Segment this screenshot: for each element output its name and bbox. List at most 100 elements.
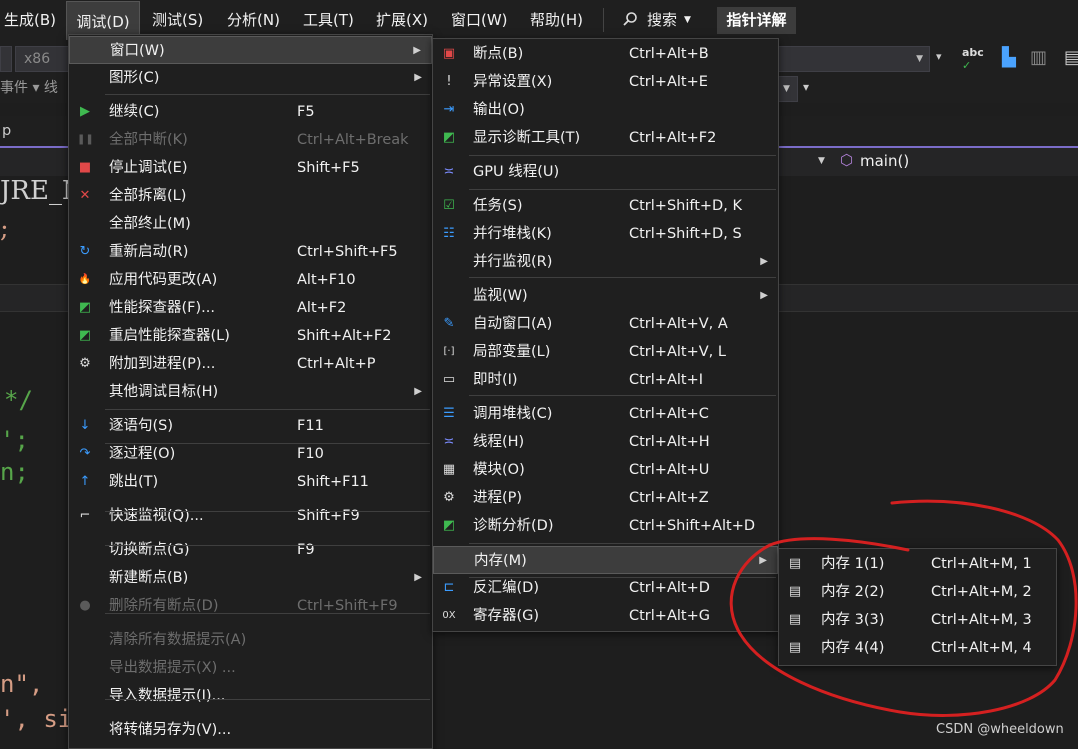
debug-menu-item-label: 删除所有断点(D) xyxy=(109,598,219,614)
format-title-button[interactable]: 指针详解 xyxy=(717,7,796,34)
window-menu-item[interactable]: ⊏ 反汇编(D) Ctrl+Alt+D xyxy=(433,574,778,602)
debug-menu-item[interactable]: 🔥 应用代码更改(A) Alt+F10 xyxy=(69,266,432,294)
tasks-icon: ☑ xyxy=(443,198,455,213)
debug-menu-item-label: 附加到进程(P)... xyxy=(109,356,216,372)
window-menu-item[interactable]: ☑ 任务(S) Ctrl+Shift+D, K xyxy=(433,192,778,220)
window-menu-item-label: 断点(B) xyxy=(473,46,524,62)
debug-menu-item-label: 停止调试(E) xyxy=(109,160,188,176)
memory-menu-item[interactable]: ▤ 内存 4(4) Ctrl+Alt+M, 4 xyxy=(779,634,1056,662)
search-button[interactable]: 搜索 ▼ xyxy=(612,6,704,34)
window-menu-item-label: 监视(W) xyxy=(473,288,528,304)
window-menu-item[interactable]: 内存(M) ▶ xyxy=(433,546,778,574)
debug-menu-item-shortcut: Alt+F10 xyxy=(297,272,356,288)
menu-separator xyxy=(469,277,776,278)
debug-menu-item[interactable]: ◩ 重启性能探查器(L) Shift+Alt+F2 xyxy=(69,322,432,350)
window-menu-item[interactable]: ▭ 即时(I) Ctrl+Alt+I xyxy=(433,366,778,394)
window-menu-item[interactable]: ✎ 自动窗口(A) Ctrl+Alt+V, A xyxy=(433,310,778,338)
window-menu-item[interactable]: [·] 局部变量(L) Ctrl+Alt+V, L xyxy=(433,338,778,366)
debug-menu-item[interactable]: ◩ 性能探查器(F)... Alt+F2 xyxy=(69,294,432,322)
debug-menu-item[interactable]: 全部终止(M) xyxy=(69,210,432,238)
debug-menu-item[interactable]: 导入数据提示(I)... xyxy=(69,682,432,710)
window-menu-item[interactable]: ◩ 显示诊断工具(T) Ctrl+Alt+F2 xyxy=(433,124,778,152)
window-menu-item[interactable]: ☰ 调用堆栈(C) Ctrl+Alt+C xyxy=(433,400,778,428)
window-menu-item[interactable]: 0X 寄存器(G) Ctrl+Alt+G xyxy=(433,602,778,630)
debug-menu-item[interactable]: 其他调试目标(H) ▶ xyxy=(69,378,432,406)
layout-tool-icon[interactable]: ▥ xyxy=(1030,47,1047,68)
spellcheck-icon[interactable]: abc ✓ xyxy=(962,46,984,72)
code-fragment: '; xyxy=(0,426,29,454)
window-menu-item[interactable]: ! 异常设置(X) Ctrl+Alt+E xyxy=(433,68,778,96)
document-tab[interactable]: p xyxy=(2,116,11,146)
debug-menu-item[interactable]: ↓ 逐语句(S) F11 xyxy=(69,412,432,440)
debug-menu-item-label: 将转储另存为(V)... xyxy=(109,722,232,738)
function-nav[interactable]: main() xyxy=(860,148,909,174)
memory-menu-item[interactable]: ▤ 内存 3(3) Ctrl+Alt+M, 3 xyxy=(779,606,1056,634)
thread-dropdown[interactable]: ▼ xyxy=(778,76,798,102)
memory-menu-item-label: 内存 2(2) xyxy=(821,584,885,600)
window-menu-item[interactable]: ▣ 断点(B) Ctrl+Alt+B xyxy=(433,40,778,68)
locals-icon: [·] xyxy=(443,346,455,357)
search-label: 搜索 xyxy=(647,11,678,29)
glasses-icon: ⌐ xyxy=(79,508,91,523)
window-menu-item[interactable]: ☷ 并行堆栈(K) Ctrl+Shift+D, S xyxy=(433,220,778,248)
chevron-down-icon: ▼ xyxy=(916,54,923,64)
events-label: 事件 ▾ 线 xyxy=(0,80,58,96)
watermark: CSDN @wheeldown xyxy=(936,722,1064,737)
debug-menu-item[interactable]: ↻ 重新启动(R) Ctrl+Shift+F5 xyxy=(69,238,432,266)
menu-separator xyxy=(105,699,430,700)
window-menu-item[interactable]: 监视(W) ▶ xyxy=(433,282,778,310)
window-menu-item[interactable]: 并行监视(R) ▶ xyxy=(433,248,778,276)
debug-menu-item[interactable]: ▶ 继续(C) F5 xyxy=(69,98,432,126)
debug-menu-item[interactable]: 窗口(W) ▶ xyxy=(69,36,432,64)
window-menu-item-label: 内存(M) xyxy=(474,553,527,569)
menu-separator xyxy=(469,395,776,396)
debug-menu-item[interactable]: ↑ 跳出(T) Shift+F11 xyxy=(69,468,432,496)
debug-menu-item[interactable]: ⚙ 附加到进程(P)... Ctrl+Alt+P xyxy=(69,350,432,378)
menu-build[interactable]: 生成(B) xyxy=(4,0,56,40)
window-menu-item-shortcut: Ctrl+Alt+B xyxy=(629,46,709,62)
debug-menu-item[interactable]: 切换断点(G) F9 xyxy=(69,536,432,564)
chevron-down-icon[interactable]: ▼ xyxy=(818,148,825,174)
gpu-threads-icon: ≍ xyxy=(443,164,455,179)
debug-menu-item-shortcut: Shift+F9 xyxy=(297,508,360,524)
filter-icon[interactable]: ▾ xyxy=(803,80,809,94)
window-menu-item-shortcut: Ctrl+Alt+V, L xyxy=(629,344,726,360)
window-menu-item[interactable]: ◩ 诊断分析(D) Ctrl+Shift+Alt+D xyxy=(433,512,778,540)
debug-menu-item[interactable]: ⌐ 快速监视(Q)... Shift+F9 xyxy=(69,502,432,530)
config-dropdown[interactable] xyxy=(0,46,12,72)
menu-help[interactable]: 帮助(H) xyxy=(530,0,583,40)
platform-dropdown[interactable]: x86 xyxy=(15,46,69,72)
call-stack-icon: ☰ xyxy=(443,406,455,421)
cursor-tool-icon[interactable]: ▙ xyxy=(1002,47,1016,68)
target-dropdown[interactable]: ▼ xyxy=(778,46,930,72)
debug-menu-item[interactable]: 新建断点(B) ▶ xyxy=(69,564,432,592)
window-menu-item-label: GPU 线程(U) xyxy=(473,164,560,180)
window-menu-item[interactable]: ≍ 线程(H) Ctrl+Alt+H xyxy=(433,428,778,456)
debug-menu-item[interactable]: 将转储另存为(V)... xyxy=(69,716,432,744)
debug-menu-item[interactable]: 图形(C) ▶ xyxy=(69,64,432,92)
window-menu-item[interactable]: ⚙ 进程(P) Ctrl+Alt+Z xyxy=(433,484,778,512)
memory-submenu: ▤ 内存 1(1) Ctrl+Alt+M, 1 ▤ 内存 2(2) Ctrl+Alt+M,… xyxy=(778,548,1057,666)
debug-menu-item-label: 快速监视(Q)... xyxy=(109,508,204,524)
memory-menu-item[interactable]: ▤ 内存 1(1) Ctrl+Alt+M, 1 xyxy=(779,550,1056,578)
restart-icon: ↻ xyxy=(79,244,91,259)
overflow-chevron-icon[interactable]: ▾ xyxy=(936,50,942,63)
window-menu-item[interactable]: ≍ GPU 线程(U) xyxy=(433,158,778,186)
debug-menu-item[interactable]: ■ 停止调试(E) Shift+F5 xyxy=(69,154,432,182)
window-menu-item[interactable]: ⇥ 输出(O) xyxy=(433,96,778,124)
diagnostic-analysis-icon: ◩ xyxy=(442,518,456,533)
debug-menu-item-label: 切换断点(G) xyxy=(109,542,190,558)
debug-menu-item[interactable]: ↷ 逐过程(O) F10 xyxy=(69,440,432,468)
window-menu-item-shortcut: Ctrl+Alt+V, A xyxy=(629,316,728,332)
window-menu-item-label: 显示诊断工具(T) xyxy=(473,130,581,146)
debug-menu-item-label: 性能探查器(F)... xyxy=(109,300,215,316)
memory-menu-item[interactable]: ▤ 内存 2(2) Ctrl+Alt+M, 2 xyxy=(779,578,1056,606)
code-fragment: n; xyxy=(0,458,29,486)
memory-chip-icon: ▤ xyxy=(788,640,802,655)
window-menu-item[interactable]: ▦ 模块(O) Ctrl+Alt+U xyxy=(433,456,778,484)
menu-window[interactable]: 窗口(W) xyxy=(451,0,508,40)
debug-menu-item[interactable]: ✕ 全部拆离(L) xyxy=(69,182,432,210)
comment-tool-icon[interactable]: ▤ xyxy=(1064,47,1078,68)
attach-gear-icon: ⚙ xyxy=(79,356,91,371)
pause-icon: ❚❚ xyxy=(77,134,94,145)
